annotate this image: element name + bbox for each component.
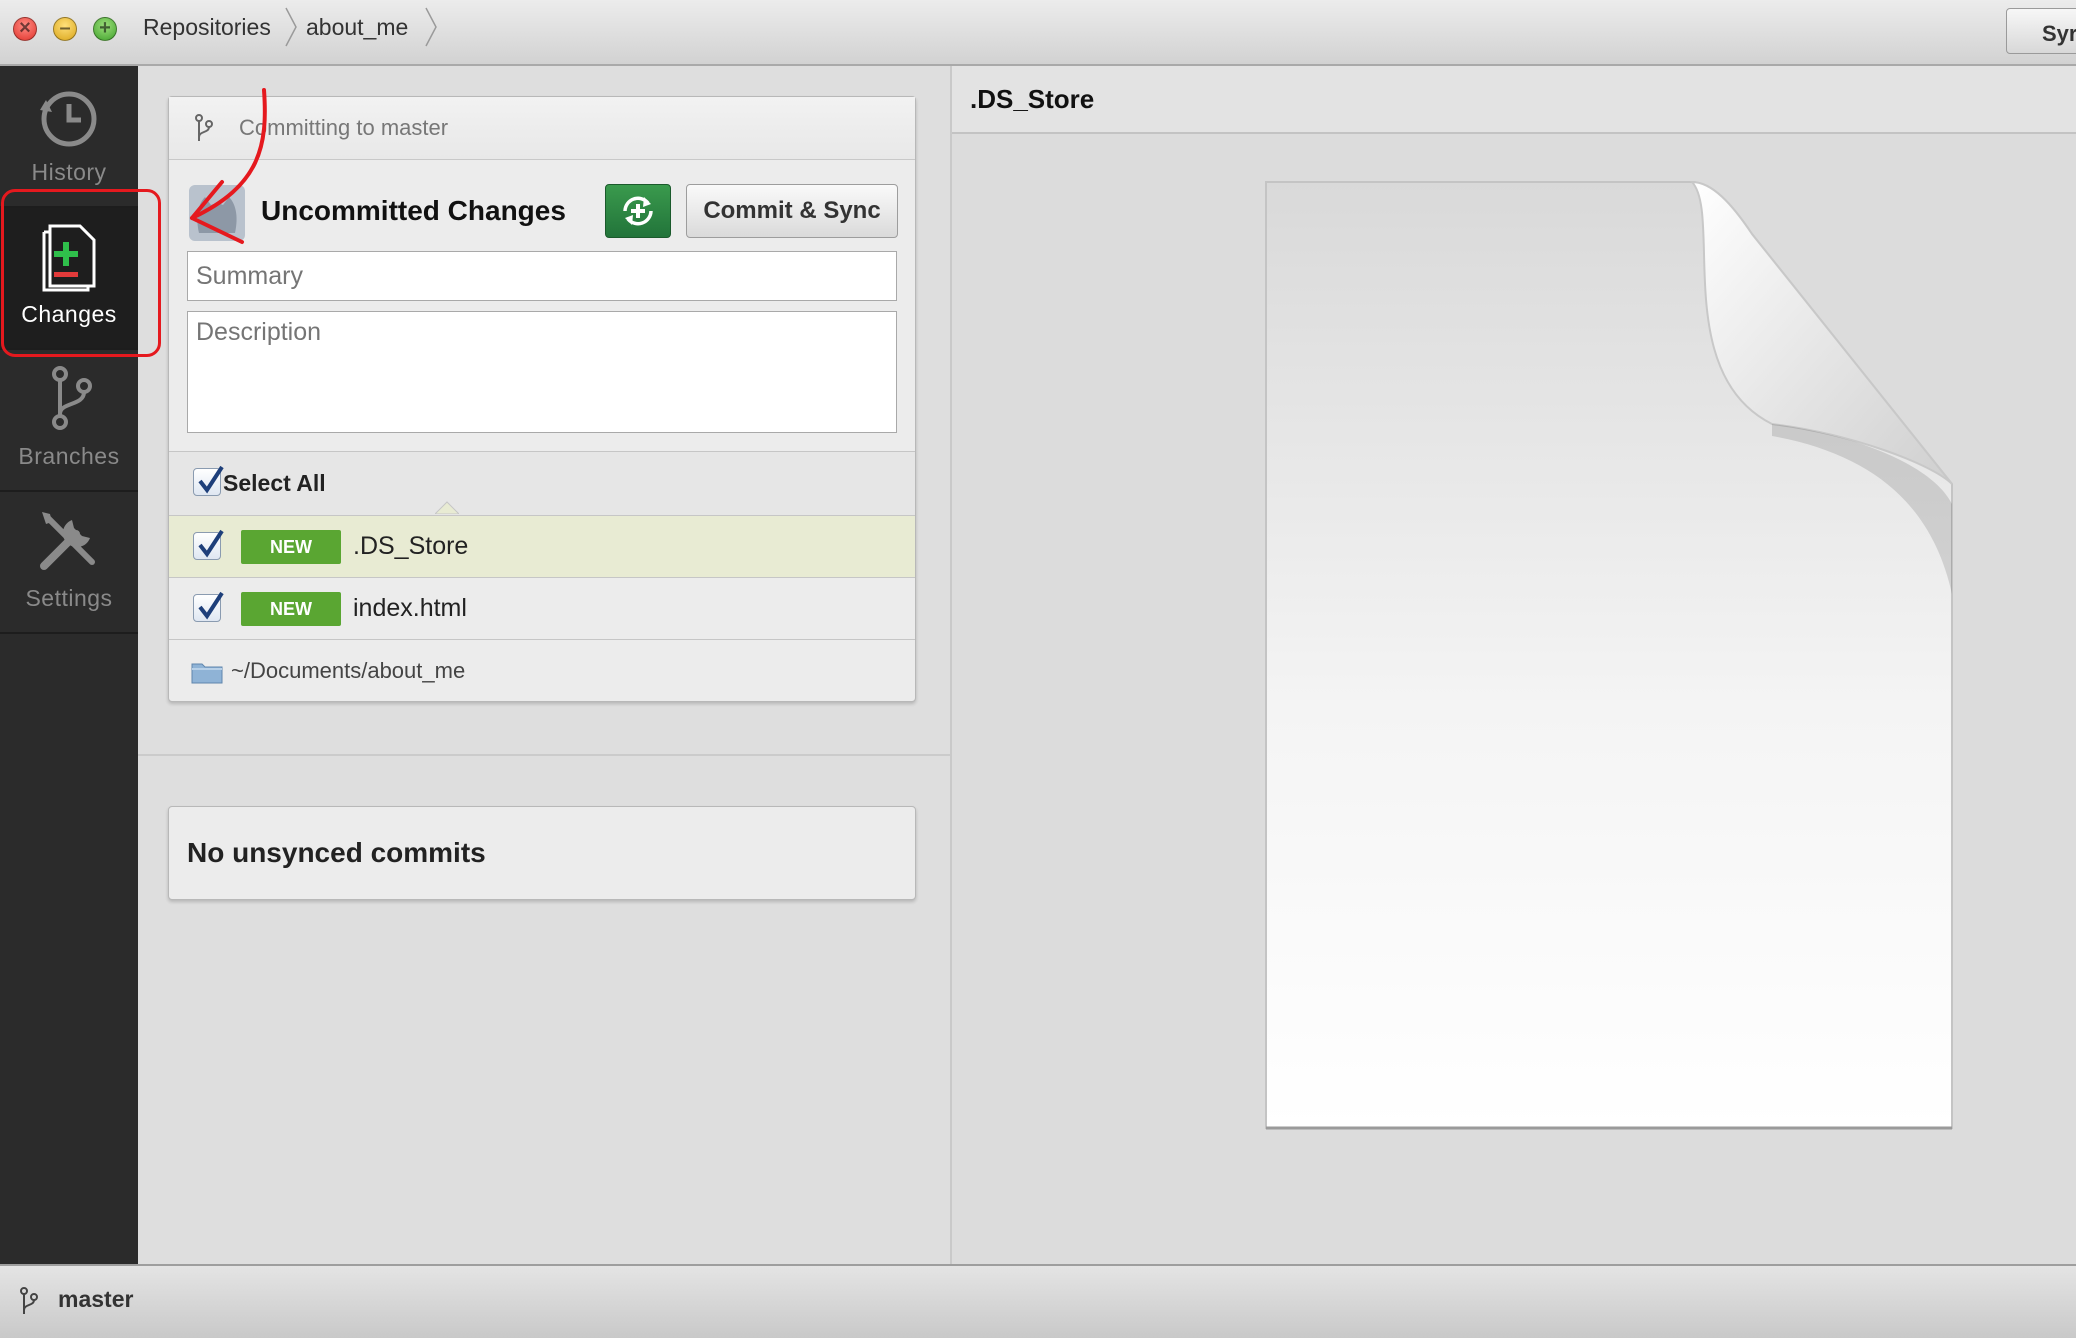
commit-panel-header: Committing to master: [169, 97, 915, 160]
minimize-window-button[interactable]: –: [53, 17, 77, 41]
file-name: .DS_Store: [353, 532, 469, 560]
history-icon: [40, 91, 97, 147]
sidebar-item-history[interactable]: History: [0, 66, 138, 208]
repository-path: ~/Documents/about_me: [231, 658, 466, 683]
new-badge: NEW: [241, 592, 341, 626]
close-window-button[interactable]: ×: [13, 17, 37, 41]
file-preview-panel: .DS_Store: [952, 66, 2076, 1264]
summary-input[interactable]: [187, 251, 897, 301]
section-divider: [138, 754, 950, 756]
sidebar-item-label: Branches: [18, 443, 120, 469]
sidebar-item-label: Settings: [25, 585, 113, 611]
file-row-ds-store[interactable]: NEW .DS_Store: [169, 515, 915, 578]
select-all-label: Select All: [223, 470, 326, 496]
preview-header: .DS_Store: [952, 66, 2076, 134]
sync-changes-button[interactable]: [605, 184, 671, 238]
commit-and-sync-button[interactable]: Commit & Sync: [686, 184, 898, 238]
description-input[interactable]: [187, 311, 897, 433]
breadcrumb-separator-icon: [425, 7, 437, 47]
blank-document-icon: [1265, 180, 1953, 1130]
pointer-notch-icon: [435, 501, 459, 514]
breadcrumb-separator-icon: [285, 7, 297, 47]
branches-icon: [52, 366, 92, 430]
zoom-window-button[interactable]: +: [93, 17, 117, 41]
sync-icon: [623, 196, 653, 226]
unsynced-commits-message: No unsynced commits: [187, 837, 486, 868]
status-bar: master: [0, 1264, 2076, 1338]
checkmark-icon: [198, 465, 224, 494]
file-checkbox[interactable]: [193, 529, 224, 560]
preview-file-title: .DS_Store: [970, 84, 1095, 114]
select-all-row[interactable]: Select All: [169, 451, 915, 516]
sidebar-item-branches[interactable]: Branches: [0, 350, 138, 492]
file-row-index-html[interactable]: NEW index.html: [169, 577, 915, 640]
commit-panel: Committing to master Uncommitted Changes…: [168, 96, 916, 702]
sync-button[interactable]: Syr: [2006, 8, 2076, 54]
sidebar-item-settings[interactable]: Settings: [0, 492, 138, 634]
checkmark-icon: [198, 591, 224, 620]
repository-path-row[interactable]: ~/Documents/about_me: [169, 639, 915, 702]
sidebar-item-label: History: [31, 159, 107, 185]
annotation-arrow-icon: [190, 88, 267, 244]
breadcrumb-repositories[interactable]: Repositories: [143, 14, 271, 41]
folder-icon: [191, 663, 223, 684]
file-name: index.html: [353, 594, 467, 622]
select-all-checkbox[interactable]: [193, 465, 224, 496]
new-badge: NEW: [241, 530, 341, 564]
uncommitted-changes-title: Uncommitted Changes: [261, 195, 566, 226]
annotation-highlight-box: [1, 189, 161, 357]
breadcrumb-repository[interactable]: about_me: [306, 14, 408, 41]
checkmark-icon: [198, 529, 224, 558]
title-bar: × – + Repositories about_me Syr: [0, 0, 2076, 66]
unsynced-commits-panel: No unsynced commits: [168, 806, 916, 900]
file-checkbox[interactable]: [193, 591, 224, 622]
branch-icon: [20, 1287, 38, 1314]
current-branch[interactable]: master: [58, 1286, 133, 1313]
settings-icon: [40, 512, 95, 570]
